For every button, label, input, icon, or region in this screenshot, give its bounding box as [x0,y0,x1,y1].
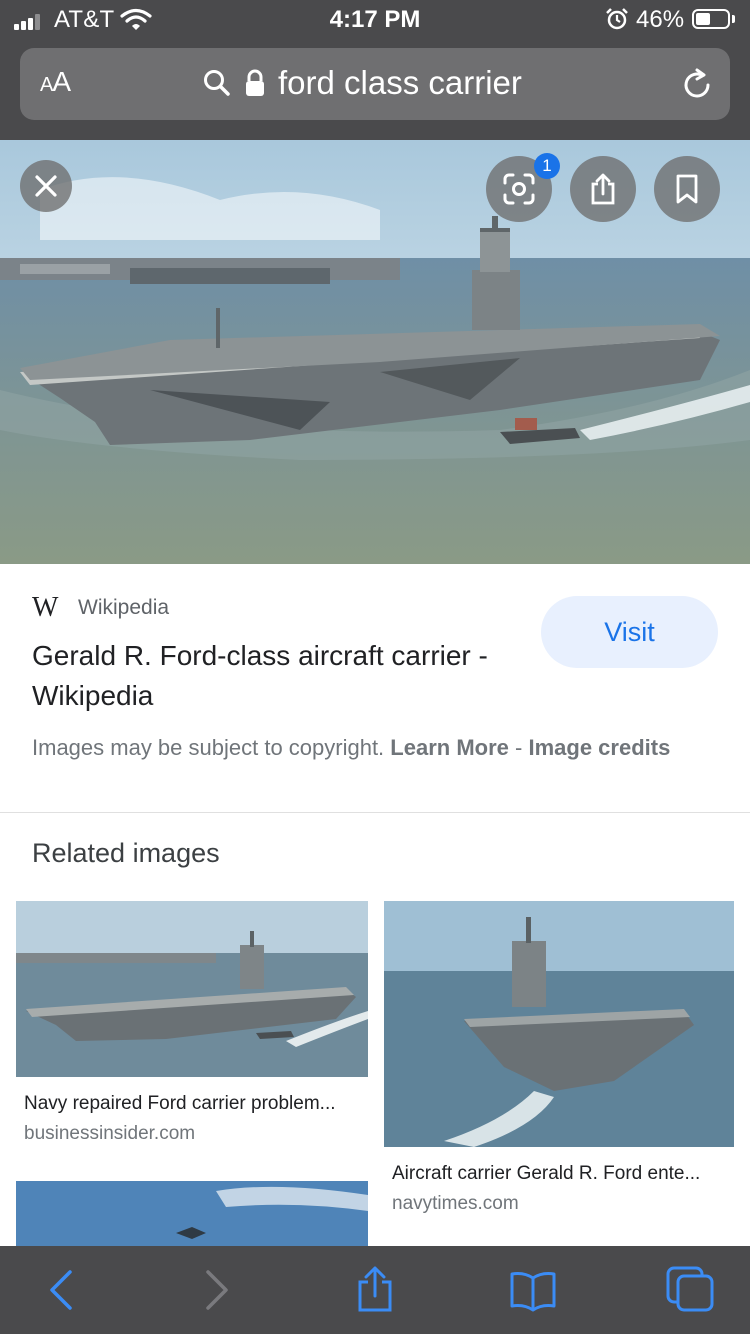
close-icon [35,175,57,197]
related-title: Aircraft carrier Gerald R. Ford ente... [392,1163,701,1184]
image-credits-link[interactable]: Image credits [528,735,670,760]
learn-more-link[interactable]: Learn More [390,735,509,760]
related-source: businessinsider.com [24,1123,196,1144]
separator: - [515,735,523,760]
browser-toolbar [0,1246,750,1334]
alarm-icon [606,8,628,30]
related-heading: Related images [32,838,220,868]
lock-icon [246,69,264,96]
share-button[interactable] [570,156,636,222]
share-icon [591,173,615,205]
forward-icon[interactable] [202,1268,232,1312]
divider [0,812,750,813]
copyright-notice: Images may be subject to copyright. Lear… [32,732,712,764]
related-thumbnail[interactable] [384,901,734,1147]
related-image-card[interactable] [16,1181,368,1251]
copyright-text: Images may be subject to copyright. [32,735,385,760]
reload-icon[interactable] [680,68,714,102]
related-title: Navy repaired Ford carrier problem... [24,1093,336,1114]
status-bar: AT&T 4:17 PM 46% [0,0,750,40]
related-thumbnail[interactable] [16,1181,368,1251]
address-bar[interactable]: AA ford class carrier [20,48,730,120]
visit-button[interactable]: Visit [541,596,718,668]
battery-percent: 46% [636,6,685,33]
source-name: Wikipedia [78,596,170,619]
battery-cap [732,15,735,23]
lens-badge: 1 [534,153,560,179]
related-source: navytimes.com [392,1193,519,1214]
save-button[interactable] [654,156,720,222]
tabs-icon[interactable] [664,1264,716,1314]
url-text[interactable]: ford class carrier [278,64,522,102]
bookmarks-icon[interactable] [508,1268,558,1312]
search-icon [204,70,230,96]
related-image-card[interactable]: Navy repaired Ford carrier problem... bu… [16,901,368,1145]
back-icon[interactable] [46,1268,76,1312]
share-icon[interactable] [354,1264,396,1314]
related-thumbnail[interactable] [16,901,368,1077]
aircraft-carrier-photo [0,140,750,564]
related-image-card[interactable]: Aircraft carrier Gerald R. Ford ente... … [384,901,734,1215]
wikipedia-logo-icon: W [32,592,58,623]
preview-image[interactable] [0,140,750,564]
lens-icon [503,173,535,205]
bookmark-icon [676,174,698,204]
battery-icon [692,9,730,29]
browser-chrome: AT&T 4:17 PM 46% AA ford class carrier [0,0,750,140]
close-button[interactable] [20,160,72,212]
result-title[interactable]: Gerald R. Ford-class aircraft carrier - … [32,636,512,716]
text-size-button[interactable]: AA [40,66,71,98]
